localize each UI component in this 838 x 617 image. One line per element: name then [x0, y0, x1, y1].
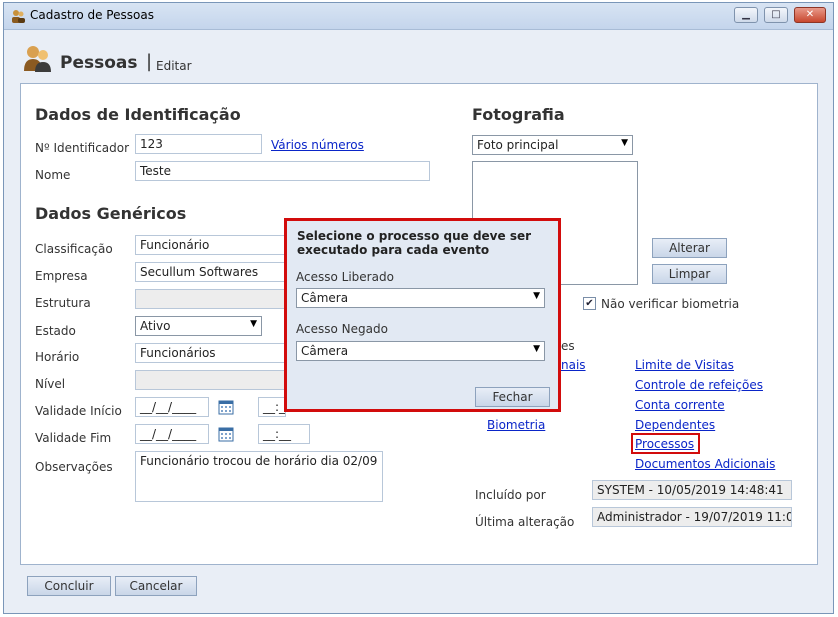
identificacao-heading: Dados de Identificação	[35, 105, 241, 124]
foto-select[interactable]: Foto principal ▼	[472, 135, 633, 155]
acesso-negado-label: Acesso Negado	[296, 322, 388, 336]
ultima-alteracao-label: Última alteração	[475, 515, 575, 529]
calendar-icon[interactable]	[218, 426, 234, 442]
observacoes-field[interactable]: Funcionário trocou de horário dia 02/09	[135, 451, 383, 502]
validade-fim-time[interactable]: __:__	[258, 424, 310, 444]
cancelar-button[interactable]: Cancelar	[115, 576, 197, 596]
fechar-button[interactable]: Fechar	[475, 387, 550, 407]
estado-select[interactable]: Ativo ▼	[135, 316, 262, 336]
controle-refeicoes-link[interactable]: Controle de refeições	[635, 378, 763, 392]
minimize-button[interactable]: ▁	[734, 7, 758, 23]
limpar-button[interactable]: Limpar	[652, 264, 727, 284]
ultima-alteracao-value: Administrador - 19/07/2019 11:08	[592, 507, 792, 527]
page-title: Pessoas	[60, 53, 138, 73]
estrutura-field[interactable]	[135, 289, 295, 309]
biometria-link[interactable]: Biometria	[487, 418, 545, 432]
empresa-label: Empresa	[35, 269, 88, 283]
acesso-negado-value: Câmera	[301, 344, 349, 358]
processos-popup: Selecione o processo que deve ser execut…	[284, 218, 561, 412]
empresa-field[interactable]: Secullum Softwares	[135, 262, 295, 282]
maximize-button[interactable]: □	[764, 7, 788, 23]
partial-link-nais[interactable]: nais	[561, 358, 586, 372]
chevron-down-icon: ▼	[533, 344, 540, 354]
chevron-down-icon: ▼	[533, 291, 540, 301]
close-button[interactable]: ✕	[794, 7, 826, 23]
classificacao-label: Classificação	[35, 242, 113, 256]
conta-corrente-link[interactable]: Conta corrente	[635, 398, 725, 412]
acesso-liberado-select[interactable]: Câmera ▼	[296, 288, 545, 308]
validade-inicio-time[interactable]: __:__	[258, 397, 286, 417]
varios-numeros-link[interactable]: Vários números	[271, 138, 364, 152]
acesso-negado-select[interactable]: Câmera ▼	[296, 341, 545, 361]
identificador-field[interactable]: 123	[135, 134, 262, 154]
validade-fim-label: Validade Fim	[35, 431, 112, 445]
observacoes-label: Observações	[35, 460, 113, 474]
classificacao-field[interactable]: Funcionário	[135, 235, 295, 255]
incluido-por-value: SYSTEM - 10/05/2019 14:48:41	[592, 480, 792, 500]
validade-inicio-date[interactable]: __/__/____	[135, 397, 209, 417]
nivel-label: Nível	[35, 377, 66, 391]
horario-label: Horário	[35, 350, 80, 364]
nao-verificar-biometria-checkbox[interactable]: ✔	[583, 297, 596, 310]
fotografia-heading: Fotografia	[472, 105, 565, 124]
processos-link[interactable]: Processos	[635, 437, 694, 451]
acesso-liberado-label: Acesso Liberado	[296, 270, 394, 284]
validade-fim-date[interactable]: __/__/____	[135, 424, 209, 444]
foto-select-value: Foto principal	[477, 138, 559, 152]
people-icon	[12, 10, 25, 23]
estado-value: Ativo	[140, 319, 171, 333]
genericos-heading: Dados Genéricos	[35, 204, 187, 223]
documentos-adicionais-link[interactable]: Documentos Adicionais	[635, 457, 775, 471]
nivel-field[interactable]	[135, 370, 295, 390]
identificador-label: Nº Identificador	[35, 141, 130, 155]
incluido-por-label: Incluído por	[475, 488, 546, 502]
title-bar: Cadastro de Pessoas ▁ □ ✕	[4, 3, 833, 30]
estrutura-label: Estrutura	[35, 296, 91, 310]
chevron-down-icon: ▼	[621, 138, 628, 148]
people-icon	[24, 46, 51, 72]
nome-field[interactable]: Teste	[135, 161, 430, 181]
calendar-icon[interactable]	[218, 399, 234, 415]
mode-label: Editar	[156, 59, 192, 73]
popup-title: Selecione o processo que deve ser execut…	[297, 229, 532, 257]
concluir-button[interactable]: Concluir	[27, 576, 111, 596]
horario-field[interactable]: Funcionários	[135, 343, 295, 363]
nome-label: Nome	[35, 168, 71, 182]
partial-text-es: es	[561, 339, 575, 353]
nao-verificar-biometria-label: Não verificar biometria	[601, 297, 740, 311]
title-separator: |	[146, 51, 153, 72]
alterar-button[interactable]: Alterar	[652, 238, 727, 258]
dependentes-link[interactable]: Dependentes	[635, 418, 715, 432]
limite-visitas-link[interactable]: Limite de Visitas	[635, 358, 734, 372]
window-title: Cadastro de Pessoas	[30, 8, 154, 22]
acesso-liberado-value: Câmera	[301, 291, 349, 305]
chevron-down-icon: ▼	[250, 319, 257, 329]
estado-label: Estado	[35, 324, 76, 338]
validade-inicio-label: Validade Início	[35, 404, 122, 418]
